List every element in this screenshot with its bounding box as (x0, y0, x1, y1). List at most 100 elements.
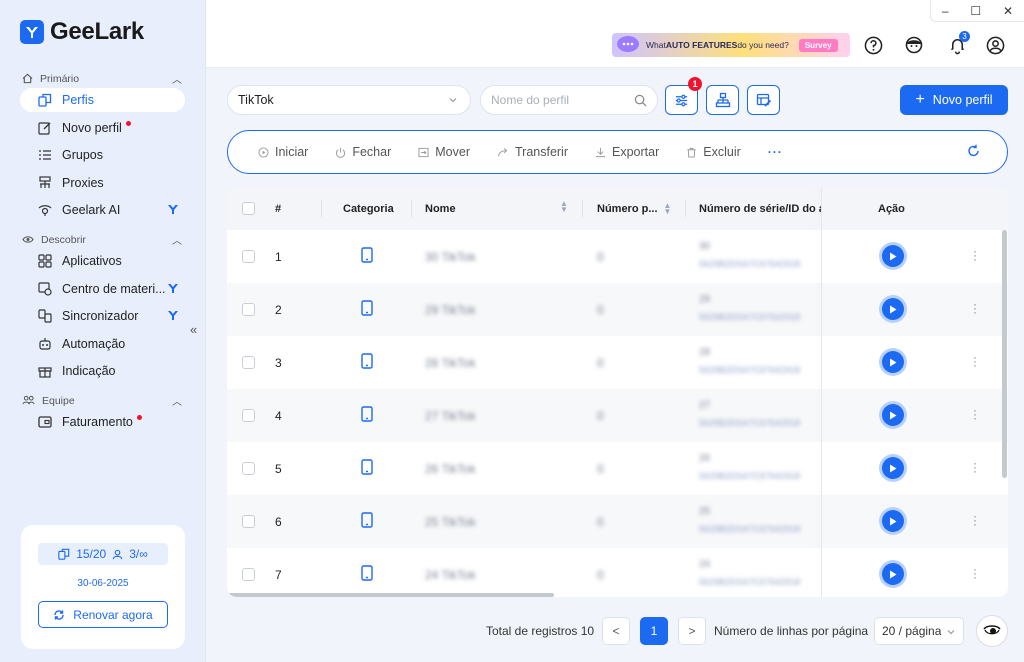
profile-name[interactable]: 30 TikTok (425, 250, 476, 264)
batch-edit-button[interactable] (747, 85, 780, 115)
chevron-down-icon (449, 98, 457, 103)
sidebar-item-aplicativos[interactable]: Aplicativos (20, 249, 185, 273)
sidebar-item-geelark-ai[interactable]: Geelark AI (20, 198, 185, 222)
sidebar-item-sincronizador[interactable]: Sincronizador (20, 304, 185, 328)
sidebar-item-perfis[interactable]: Perfis (20, 88, 185, 112)
start-action[interactable]: Iniciar (258, 145, 308, 159)
watch-eye-icon[interactable] (976, 615, 1008, 647)
sidebar-item-faturamento[interactable]: Faturamento (20, 410, 185, 434)
section-primario[interactable]: Primário ︿ (22, 71, 182, 86)
geelark-logo[interactable]: GeeLark (20, 18, 144, 46)
export-action[interactable]: Exportar (595, 145, 659, 159)
platform-select[interactable]: TikTok (227, 85, 471, 115)
section-descobrir[interactable]: Descobrir ︿ (22, 232, 182, 247)
profile-name[interactable]: 27 TikTok (425, 409, 476, 423)
survey-banner[interactable]: What AUTO FEATURES do you need? Survey (612, 33, 850, 57)
account-avatar-icon[interactable] (985, 35, 1005, 55)
column-index: # (275, 203, 282, 215)
profile-name[interactable]: 29 TikTok (425, 303, 476, 317)
table-row[interactable]: 4 27 TikTok 0 27 5629B2DSA7C67642918 · · · (227, 389, 1008, 442)
row-checkbox[interactable] (242, 356, 255, 369)
group-view-button[interactable] (706, 85, 739, 115)
window-controls: – ☐ ✕ (930, 0, 1024, 22)
table-row[interactable]: 3 28 TikTok 0 28 5629B2DSA7C67642918 · · · (227, 336, 1008, 389)
close-button[interactable]: ✕ (1003, 4, 1013, 18)
sidebar-item-grupos[interactable]: Grupos (20, 143, 185, 167)
sort-icon[interactable]: ▲ ▼ (664, 202, 672, 216)
horizontal-scrollbar[interactable] (227, 593, 554, 597)
transfer-action[interactable]: Transferir (497, 145, 568, 159)
row-checkbox[interactable] (242, 250, 255, 263)
prev-page-button[interactable]: < (602, 617, 630, 645)
profile-name[interactable]: 26 TikTok (425, 462, 476, 476)
move-action[interactable]: Mover (418, 145, 470, 159)
play-button[interactable] (882, 510, 904, 532)
row-checkbox[interactable] (242, 303, 255, 316)
row-checkbox[interactable] (242, 568, 255, 581)
row-checkbox[interactable] (242, 462, 255, 475)
column-name[interactable]: Nome (425, 203, 456, 215)
table-row[interactable]: 7 24 TikTok 0 24 5629B2DSA7C67642918 · · · (227, 548, 1008, 597)
help-icon[interactable] (863, 35, 883, 55)
table-row[interactable]: 2 29 TikTok 0 29 5629B2DSA7C67642918 · · · (227, 283, 1008, 336)
profile-name[interactable]: 28 TikTok (425, 356, 476, 370)
notification-bell-icon[interactable]: 3 (947, 31, 970, 55)
more-options-icon[interactable]: · · · (973, 245, 977, 265)
profile-name[interactable]: 25 TikTok (425, 515, 476, 529)
plus-icon: + (915, 91, 925, 108)
table-row[interactable]: 5 26 TikTok 0 26 5629B2DSA7C67642918 · · · (227, 442, 1008, 495)
move-icon (418, 147, 429, 157)
vertical-scrollbar[interactable] (1002, 230, 1007, 478)
section-equipe[interactable]: Equipe ︿ (22, 393, 182, 408)
wallet-icon (38, 415, 52, 429)
play-button[interactable] (882, 404, 904, 426)
column-number[interactable]: Número p... ▲ ▼ (597, 202, 672, 216)
more-options-icon[interactable]: · · · (973, 351, 977, 371)
survey-text-post: do you need? (737, 40, 789, 50)
sidebar-item-proxies[interactable]: Proxies (20, 171, 185, 195)
play-button[interactable] (882, 298, 904, 320)
play-button[interactable] (882, 351, 904, 373)
collapse-sidebar-button[interactable]: « (190, 322, 197, 337)
serial-top: 30 (699, 241, 711, 252)
table-row[interactable]: 1 30 TikTok 0 30 5629B2DSA7C67642918 · · · (227, 230, 1008, 283)
survey-text-bold: AUTO FEATURES (665, 40, 738, 50)
maximize-button[interactable]: ☐ (970, 4, 981, 18)
new-profile-button[interactable]: + Novo perfil (900, 85, 1008, 115)
more-actions-button[interactable]: ··· (768, 145, 783, 159)
more-options-icon[interactable]: · · · (973, 457, 977, 477)
minimize-button[interactable]: – (942, 4, 949, 18)
play-outline-icon (258, 146, 269, 158)
page-1-button[interactable]: 1 (640, 617, 668, 645)
refresh-icon[interactable] (967, 144, 981, 158)
profile-name[interactable]: 24 TikTok (425, 568, 476, 582)
sidebar-item-label: Perfis (62, 93, 94, 107)
more-options-icon[interactable]: · · · (973, 563, 977, 583)
sidebar-item-centro-de-materiais[interactable]: Centro de materi... (20, 277, 185, 301)
sort-icon[interactable]: ▲ ▼ (560, 200, 568, 214)
column-label: Nome (425, 203, 456, 215)
serial-top: 26 (699, 453, 711, 464)
play-button[interactable] (882, 245, 904, 267)
sidebar-item-automacao[interactable]: Automação (20, 332, 185, 356)
select-all-checkbox[interactable] (242, 202, 255, 215)
support-agent-icon[interactable] (904, 35, 924, 55)
more-options-icon[interactable]: · · · (973, 510, 977, 530)
more-options-icon[interactable]: · · · (973, 298, 977, 318)
page-size-select[interactable]: 20 / página (874, 617, 964, 645)
row-checkbox[interactable] (242, 515, 255, 528)
next-page-button[interactable]: > (678, 617, 706, 645)
row-checkbox[interactable] (242, 409, 255, 422)
play-button[interactable] (882, 563, 904, 585)
survey-button[interactable]: Survey (798, 38, 838, 52)
sidebar-item-indicacao[interactable]: Indicação (20, 359, 185, 383)
close-action[interactable]: Fechar (335, 145, 391, 159)
delete-action[interactable]: Excluir (686, 145, 741, 159)
more-options-icon[interactable]: · · · (973, 404, 977, 424)
row-index: 4 (275, 409, 282, 423)
play-button[interactable] (882, 457, 904, 479)
sidebar-item-novo-perfil[interactable]: Novo perfil (20, 116, 185, 140)
renew-now-button[interactable]: Renovar agora (38, 601, 168, 628)
profile-name-search[interactable]: Nome do perfil (480, 85, 658, 115)
table-row[interactable]: 6 25 TikTok 0 25 5629B2DSA7C67642918 · · · (227, 495, 1008, 548)
